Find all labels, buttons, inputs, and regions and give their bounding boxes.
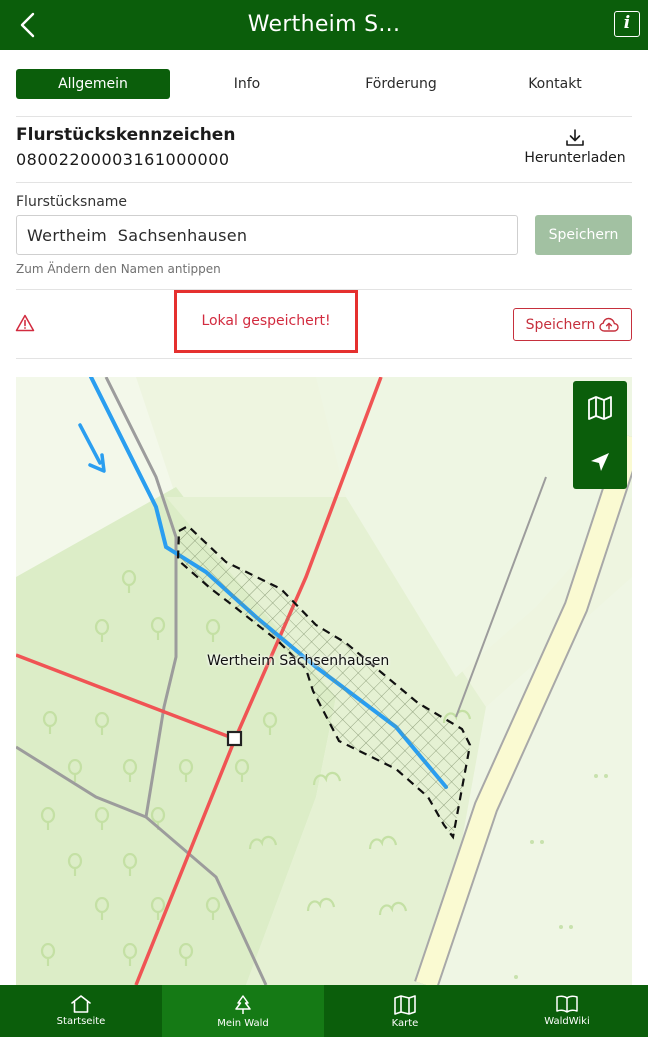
map-controls	[573, 381, 627, 489]
divider	[16, 182, 632, 183]
warning-icon	[15, 314, 35, 336]
nav-label: Karte	[391, 1018, 419, 1029]
nav-waldwiki[interactable]: WaldWiki	[486, 985, 648, 1037]
upload-save-label: Speichern	[525, 316, 596, 333]
nav-label: WaldWiki	[544, 1016, 590, 1027]
map-layer-button[interactable]	[573, 381, 627, 435]
parcel-id-label: Flurstückskennzeichen	[16, 125, 236, 145]
parcel-name-input[interactable]	[16, 215, 518, 255]
divider	[16, 116, 632, 117]
bottom-navigation: Startseite Mein Wald Karte WaldWiki	[0, 985, 648, 1037]
nav-label: Startseite	[56, 1016, 106, 1027]
tree-icon	[235, 995, 251, 1014]
tab-foerderung[interactable]: Förderung	[324, 69, 478, 99]
app-header: Wertheim S... i	[0, 0, 648, 50]
status-message: Lokal gespeichert!	[201, 313, 331, 329]
info-icon[interactable]: i	[614, 11, 640, 37]
nav-karte[interactable]: Karte	[324, 985, 486, 1037]
map-canvas	[16, 377, 632, 985]
tab-allgemein[interactable]: Allgemein	[16, 69, 170, 99]
name-hint: Zum Ändern den Namen antippen	[16, 262, 221, 276]
parcel-map[interactable]: Wertheim Sachsenhausen	[16, 377, 632, 985]
divider	[16, 358, 632, 359]
tab-info[interactable]: Info	[170, 69, 324, 99]
page-title: Wertheim S...	[247, 12, 401, 37]
location-arrow-icon	[591, 453, 609, 471]
download-icon	[566, 129, 584, 146]
parcel-name-label: Flurstücksname	[16, 194, 128, 210]
tab-kontakt[interactable]: Kontakt	[478, 69, 632, 99]
status-highlight: Lokal gespeichert!	[174, 290, 358, 353]
nav-startseite[interactable]: Startseite	[0, 985, 162, 1037]
book-icon	[556, 995, 578, 1013]
download-button[interactable]: Herunterladen	[512, 129, 638, 166]
locate-button[interactable]	[573, 435, 627, 489]
download-label: Herunterladen	[524, 150, 626, 166]
save-name-button[interactable]: Speichern	[535, 215, 632, 255]
tab-bar: Allgemein Info Förderung Kontakt	[16, 69, 632, 99]
cloud-upload-icon	[599, 317, 620, 332]
nav-label: Mein Wald	[217, 1018, 269, 1029]
home-icon	[71, 995, 91, 1013]
map-icon	[588, 396, 612, 420]
map-icon	[394, 995, 416, 1015]
upload-save-button[interactable]: Speichern	[513, 308, 632, 341]
nav-mein-wald[interactable]: Mein Wald	[162, 985, 324, 1037]
parcel-id-value: 08002200003161000000	[16, 150, 230, 169]
parcel-map-label: Wertheim Sachsenhausen	[207, 653, 390, 669]
